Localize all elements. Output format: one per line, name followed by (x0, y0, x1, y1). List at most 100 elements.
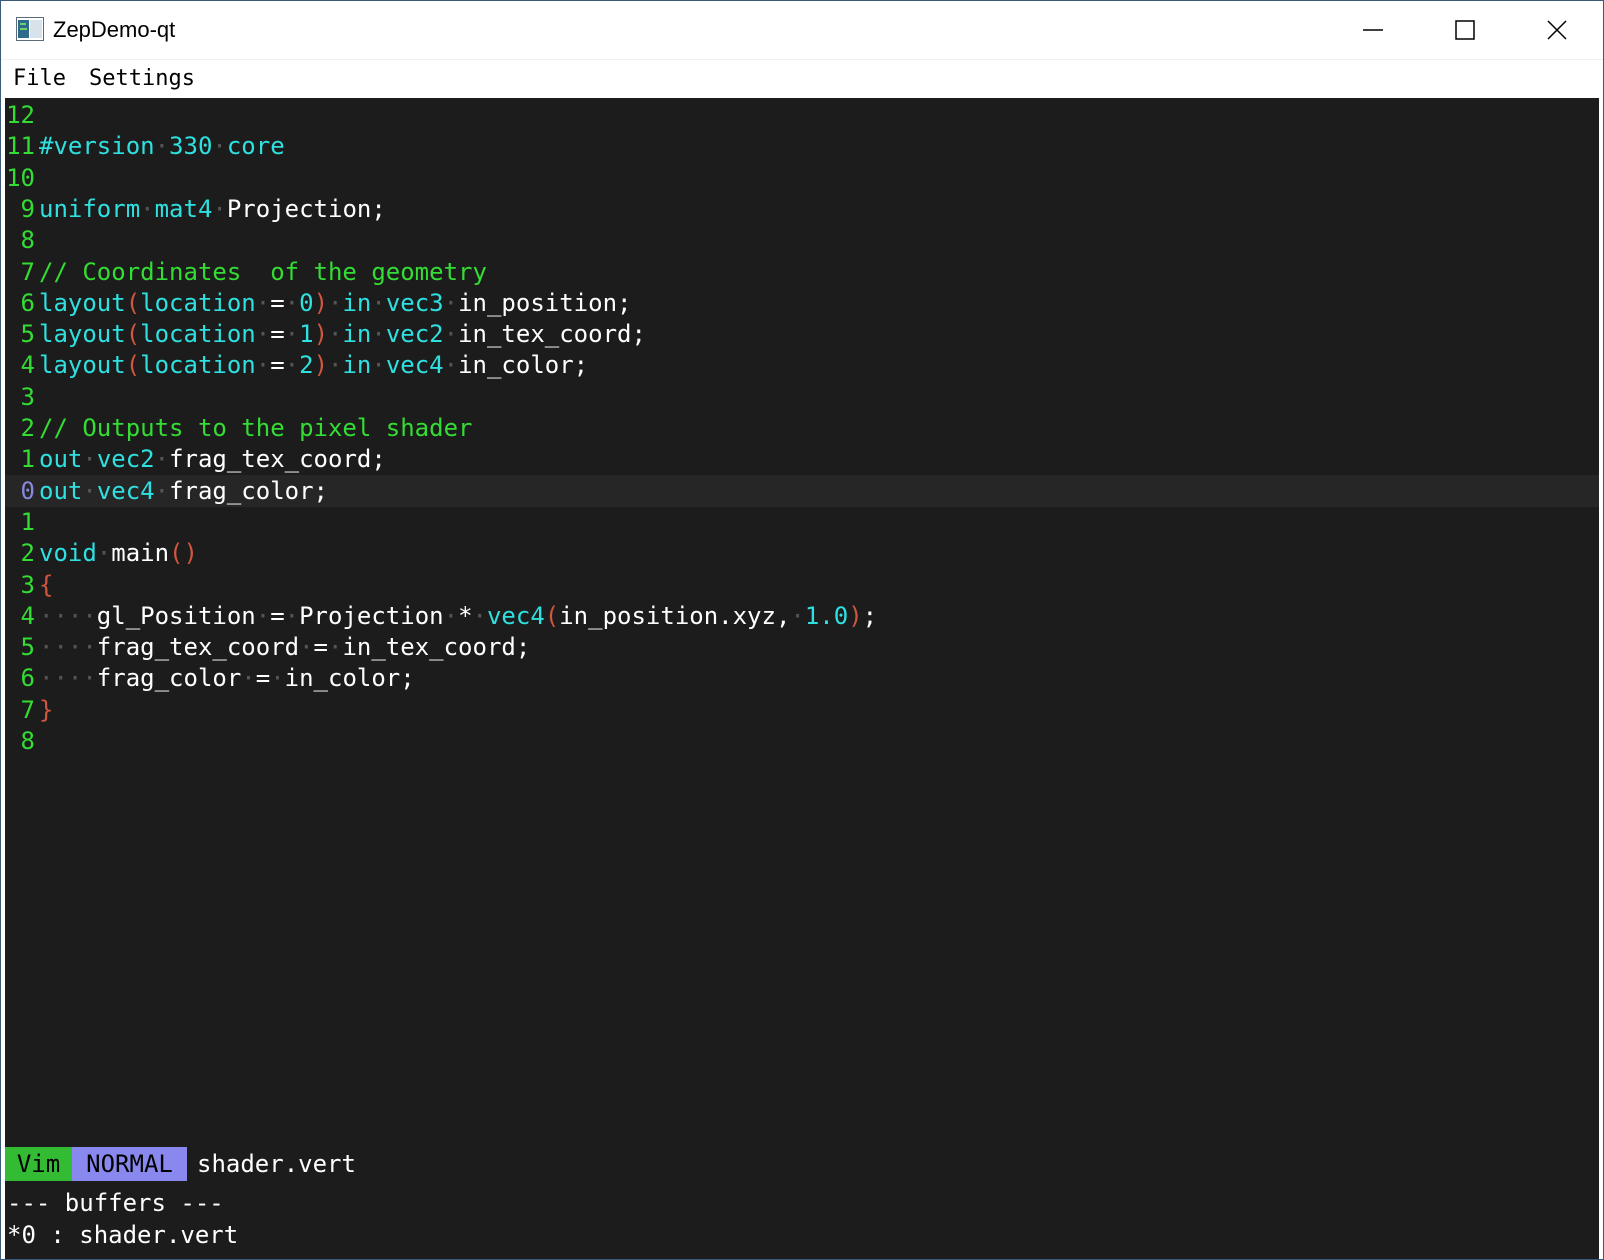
code-token: · (255, 351, 271, 380)
code-token: ; (862, 601, 878, 630)
code-token: · (212, 132, 227, 161)
code-line[interactable]: 7// Coordinates of the geometry (5, 256, 1599, 288)
code-token: core (226, 132, 285, 161)
code-token: location (140, 351, 256, 380)
line-code: out·vec4·frag_color; (39, 475, 328, 507)
code-line[interactable]: 2 void·main() (5, 537, 1599, 569)
code-token: vec2 (96, 445, 155, 474)
code-line[interactable]: 6 ····frag_color·=·in_color; (5, 662, 1599, 694)
status-bar: Vim NORMAL shader.vert (5, 1145, 1599, 1183)
code-token: frag_color (96, 664, 242, 693)
code-token: · (443, 601, 459, 630)
code-token: ···· (39, 633, 97, 662)
line-number: 12 (6, 101, 35, 129)
code-token: ( (125, 351, 141, 380)
line-code: // Coordinates of the geometry (39, 256, 487, 288)
code-line[interactable]: 12 (5, 99, 1599, 131)
code-token: * (458, 601, 473, 630)
code-token: · (328, 288, 343, 317)
code-token: vec4 (96, 476, 155, 505)
line-number: 2 (20, 414, 35, 442)
code-token: in_color; (284, 664, 415, 693)
code-token: ···· (39, 601, 97, 630)
app-icon (16, 17, 44, 41)
close-button[interactable] (1511, 1, 1603, 59)
minimize-icon (1363, 29, 1383, 31)
code-token: ( (544, 601, 560, 630)
code-line[interactable]: 9 uniform·mat4·Projection; (5, 193, 1599, 225)
code-token: } (39, 695, 54, 724)
line-code: layout(location·=·2)·in·vec4·in_color; (39, 349, 588, 381)
code-token: in_tex_coord; (458, 320, 646, 349)
menu-file[interactable]: File (13, 65, 66, 93)
code-editor[interactable]: 12 11 #version·330·core 10 9 uniform·mat4·Pro… (5, 98, 1599, 1145)
code-line[interactable]: 4 ····gl_Position·=·Projection·*·vec4(in_… (5, 600, 1599, 632)
code-token: location (140, 288, 256, 317)
code-line[interactable]: 7} (5, 694, 1599, 726)
code-line[interactable]: 10 (5, 162, 1599, 194)
maximize-icon (1455, 20, 1475, 40)
code-token: { (39, 570, 54, 599)
code-token: out (39, 476, 83, 505)
code-line[interactable]: 1 out·vec2·frag_tex_coord; (5, 443, 1599, 475)
line-number: 8 (20, 226, 35, 255)
code-line[interactable]: 4 layout(location·=·2)·in·vec4·in_color; (5, 349, 1599, 381)
code-line[interactable]: 3{ (5, 569, 1599, 601)
code-line[interactable]: 5 layout(location·=·1)·in·vec2·in_tex_coo… (5, 318, 1599, 350)
code-token: Projection (299, 601, 444, 630)
title-bar[interactable]: ZepDemo-qt (1, 1, 1603, 59)
line-code: // Outputs to the pixel shader (39, 412, 472, 444)
code-token: · (212, 194, 227, 223)
code-token: in (342, 320, 372, 349)
code-token: 1.0 (804, 601, 849, 630)
command-area[interactable]: --- buffers --- *0 : shader.vert (5, 1183, 1599, 1259)
line-code: layout(location·=·1)·in·vec2·in_tex_coor… (39, 318, 646, 350)
line-code: out·vec2·frag_tex_coord; (39, 443, 386, 475)
menu-settings[interactable]: Settings (89, 65, 195, 93)
code-line[interactable]: 1 (5, 506, 1599, 538)
window-title: ZepDemo-qt (53, 17, 176, 42)
command-line: --- buffers --- (7, 1189, 224, 1217)
code-token: layout (39, 351, 126, 380)
editor-mode-badge: Vim (5, 1147, 72, 1181)
line-code: ····gl_Position·=·Projection·*·vec4(in_p… (39, 600, 877, 632)
code-line[interactable]: 6 layout(location·=·0)·in·vec3·in_positio… (5, 287, 1599, 319)
code-token: = (270, 601, 285, 630)
code-token: = (270, 288, 285, 317)
code-token: frag_color; (169, 476, 329, 505)
code-line[interactable]: 5 ····frag_tex_coord·=·in_tex_coord; (5, 631, 1599, 663)
code-token: vec4 (385, 351, 444, 380)
maximize-button[interactable] (1419, 1, 1511, 59)
code-token: main (111, 539, 170, 568)
code-line[interactable]: 2// Outputs to the pixel shader (5, 412, 1599, 444)
minimize-button[interactable] (1327, 1, 1419, 59)
code-token: 0 (299, 288, 314, 317)
line-number: 3 (20, 570, 35, 599)
code-token: ) (313, 320, 329, 349)
code-line[interactable]: 8 (5, 725, 1599, 757)
line-number: 6 (20, 664, 35, 693)
line-number: 11 (6, 132, 35, 161)
code-line[interactable]: 11 #version·330·core (5, 130, 1599, 162)
code-token: · (284, 320, 300, 349)
code-token: = (270, 320, 285, 349)
code-token: = (270, 351, 285, 380)
code-token: · (299, 633, 314, 662)
code-token: · (140, 194, 155, 223)
code-line[interactable]: 8 (5, 224, 1599, 256)
code-token: mat4 (154, 194, 213, 223)
code-token: ) (313, 288, 329, 317)
line-code: #version·330·core (39, 130, 285, 162)
line-code: void·main() (39, 537, 198, 569)
code-token: · (328, 320, 343, 349)
line-code: { (39, 569, 53, 601)
code-token: · (255, 320, 271, 349)
line-code: } (39, 694, 53, 726)
code-token: · (82, 445, 97, 474)
code-line-current[interactable]: 0 out·vec4·frag_color; (5, 474, 1599, 507)
code-token: void (39, 539, 97, 568)
code-token: · (328, 633, 343, 662)
code-line[interactable]: 3 (5, 381, 1599, 413)
code-token: · (154, 445, 170, 474)
line-number: 2 (20, 539, 35, 568)
